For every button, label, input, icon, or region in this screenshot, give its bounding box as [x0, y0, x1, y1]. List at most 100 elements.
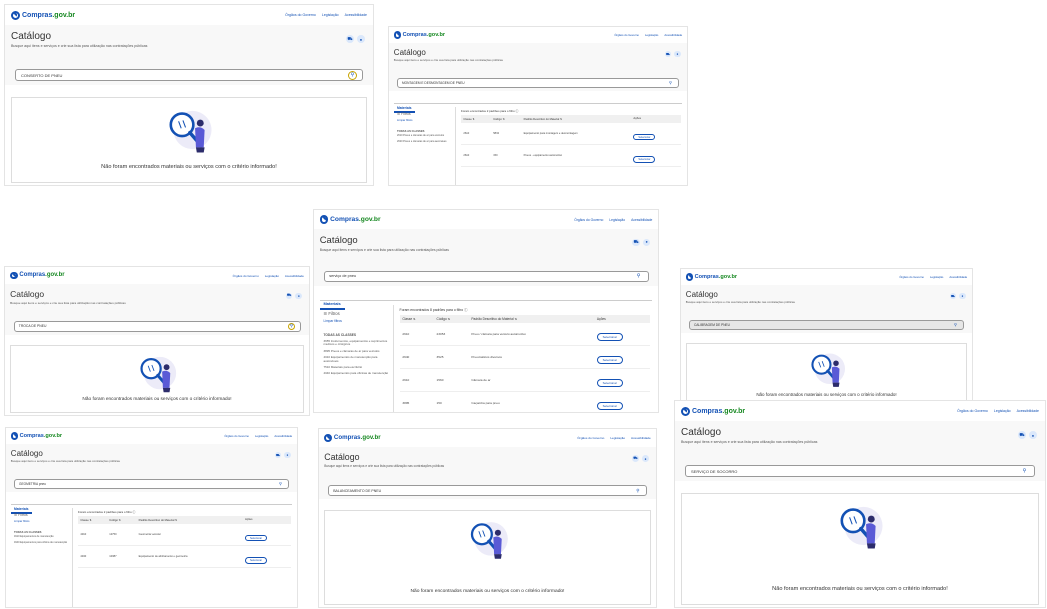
user-icon[interactable]: ● — [674, 51, 681, 58]
search-icon[interactable]: ⚲ — [277, 480, 284, 487]
col-header[interactable]: Classe ⇅ — [399, 314, 434, 324]
top-link-1[interactable]: Legislação — [994, 409, 1011, 413]
logo-text: Compras — [333, 434, 361, 442]
page-subtitle: Busque aqui itens e serviços e crie sua … — [10, 300, 126, 305]
search-query: SERVIÇO DE SOCORRO — [691, 468, 738, 474]
class-filter-item[interactable]: 2610 Pneus e câmaras de ar para veículos — [397, 134, 452, 138]
col-header[interactable]: Ações — [631, 114, 681, 123]
col-header[interactable]: Classe ⇅ — [78, 515, 107, 524]
select-button[interactable]: Selecionar — [596, 401, 623, 410]
top-link-2[interactable]: Acessibilidade — [664, 33, 682, 37]
top-link-0[interactable]: Órgãos do Governo — [614, 33, 639, 37]
user-icon[interactable]: ● — [641, 455, 649, 463]
user-icon[interactable]: ● — [295, 292, 303, 300]
compras-logo[interactable]: Compras .gov.br — [11, 10, 75, 20]
compras-logo[interactable]: Compras .gov.br — [319, 215, 381, 224]
select-button[interactable]: Selecionar — [244, 534, 268, 542]
search-icon[interactable]: ⚲ — [952, 321, 959, 328]
cart-icon[interactable]: ⛟ — [664, 51, 672, 58]
col-header[interactable]: Ações — [594, 314, 651, 324]
search-input[interactable]: SERVIÇO DE SOCORRO ⚲ — [685, 465, 1035, 477]
user-icon[interactable]: ● — [284, 452, 291, 459]
col-header[interactable]: Código ⇅ — [490, 114, 522, 123]
compras-logo[interactable]: Compras .gov.br — [10, 432, 62, 440]
cart-icon[interactable]: ⛟ — [631, 455, 639, 463]
user-icon[interactable]: ● — [1029, 431, 1037, 439]
search-input[interactable]: CALIBRAGEM DE PNEU ⚲ — [689, 320, 964, 330]
select-button[interactable]: Selecionar — [596, 356, 623, 365]
class-filter-item[interactable]: 4910 Equipamentos de manutenção — [14, 535, 69, 539]
class-filter-item[interactable]: 3895 Pneus e câmaras de ar para veículos — [323, 349, 389, 354]
compras-logo[interactable]: Compras .gov.br — [393, 31, 445, 39]
top-link-1[interactable]: Legislação — [930, 275, 943, 279]
top-link-0[interactable]: Órgãos do Governo — [285, 13, 316, 17]
user-icon[interactable]: ● — [642, 238, 651, 247]
compras-logo[interactable]: Compras .gov.br — [324, 433, 381, 442]
class-filter-item[interactable]: 2620 Pneus e câmaras de ar para aeronave… — [397, 140, 452, 144]
search-icon[interactable]: ⚲ — [667, 79, 674, 86]
cart-icon[interactable]: ⛟ — [1018, 431, 1026, 439]
top-link-2[interactable]: Acessibilidade — [274, 434, 292, 438]
search-icon[interactable]: ⚲ — [287, 322, 296, 331]
select-button[interactable]: Selecionar — [596, 333, 623, 342]
col-header[interactable]: Código ⇅ — [433, 314, 469, 324]
top-link-0[interactable]: Órgãos do Governo — [574, 218, 603, 222]
cart-icon[interactable]: ⛟ — [285, 292, 293, 300]
top-link-2[interactable]: Acessibilidade — [345, 13, 367, 17]
col-header[interactable]: Padrão Descritivo do Material ⇅ — [468, 314, 594, 324]
search-icon[interactable]: ⚲ — [634, 487, 642, 495]
select-button[interactable]: Selecionar — [633, 133, 656, 141]
col-header[interactable]: Ações — [242, 515, 291, 524]
top-link-2[interactable]: Acessibilidade — [631, 436, 651, 440]
class-filter-item[interactable]: 4940 Equipamentos para oficina de manute… — [14, 541, 69, 545]
top-link-0[interactable]: Órgãos do Governo — [233, 274, 259, 278]
col-header[interactable]: Padrão Descritivo do Material ⇅ — [521, 114, 631, 123]
top-link-1[interactable]: Legislação — [265, 274, 279, 278]
class-filter-item[interactable]: 4910 Equipamentos de manutenção para aut… — [323, 355, 389, 363]
col-header[interactable]: Padrão Descritivo do Material ⇅ — [136, 515, 243, 524]
clear-filters-link[interactable]: Limpar filtros — [397, 119, 452, 122]
select-button[interactable]: Selecionar — [633, 155, 656, 163]
top-link-2[interactable]: Acessibilidade — [285, 274, 304, 278]
col-header[interactable]: Código ⇅ — [106, 515, 137, 524]
top-link-1[interactable]: Legislação — [645, 33, 658, 37]
top-link-0[interactable]: Órgãos do Governo — [899, 275, 924, 279]
empty-search-illustration — [169, 110, 212, 153]
top-link-2[interactable]: Acessibilidade — [1017, 409, 1039, 413]
clear-filters-link[interactable]: Limpar filtros — [323, 319, 389, 323]
top-link-1[interactable]: Legislação — [255, 434, 268, 438]
search-input[interactable]: GEOMETRIA pneu ⚲ — [14, 479, 289, 489]
top-link-1[interactable]: Legislação — [609, 218, 625, 222]
search-input[interactable]: MONTAGEM E DESMONTAGEM DE PNEU ⚲ — [397, 78, 679, 88]
select-button[interactable]: Selecionar — [596, 379, 623, 387]
cart-icon[interactable]: ⛟ — [274, 452, 282, 459]
col-header[interactable]: Classe ⇅ — [461, 114, 491, 123]
top-link-0[interactable]: Órgãos do Governo — [957, 409, 988, 413]
top-link-1[interactable]: Legislação — [610, 436, 625, 440]
class-filter-item[interactable]: 3655 Instrumentos, equipamentos e suprim… — [323, 339, 389, 347]
cart-icon[interactable]: ⛟ — [346, 35, 354, 43]
top-link-1[interactable]: Legislação — [322, 13, 339, 17]
search-input[interactable]: serviço de pneu ⚲ — [323, 270, 649, 283]
search-input[interactable]: BALANCEAMENTO DE PNEU ⚲ — [327, 485, 648, 496]
class-filter-item[interactable]: 7510 Materiais para escritório — [323, 365, 389, 370]
cart-icon[interactable]: ⛟ — [949, 293, 957, 300]
user-icon[interactable]: ● — [959, 293, 966, 300]
class-filter-item[interactable]: 4940 Equipamentos para oficinas de manut… — [323, 372, 389, 376]
search-icon[interactable]: ⚲ — [348, 70, 357, 80]
compras-logo[interactable]: Compras .gov.br — [10, 271, 65, 280]
search-input[interactable]: CONSERTO DE PNEU ⚲ — [15, 69, 363, 81]
search-icon[interactable]: ⚲ — [1020, 467, 1029, 476]
search-icon[interactable]: ⚲ — [634, 272, 643, 281]
top-link-0[interactable]: Órgãos do Governo — [224, 434, 249, 438]
select-button[interactable]: Selecionar — [244, 556, 268, 564]
compras-logo[interactable]: Compras .gov.br — [685, 273, 737, 281]
clear-filters-link[interactable]: Limpar filtros — [14, 520, 69, 523]
search-input[interactable]: TROCA DE PNEU ⚲ — [13, 321, 301, 332]
top-link-0[interactable]: Órgãos do Governo — [577, 436, 604, 440]
top-link-2[interactable]: Acessibilidade — [949, 275, 967, 279]
top-link-2[interactable]: Acessibilidade — [631, 218, 652, 222]
cart-icon[interactable]: ⛟ — [632, 238, 640, 247]
user-icon[interactable]: ● — [357, 35, 365, 43]
compras-logo[interactable]: Compras .gov.br — [681, 406, 745, 416]
